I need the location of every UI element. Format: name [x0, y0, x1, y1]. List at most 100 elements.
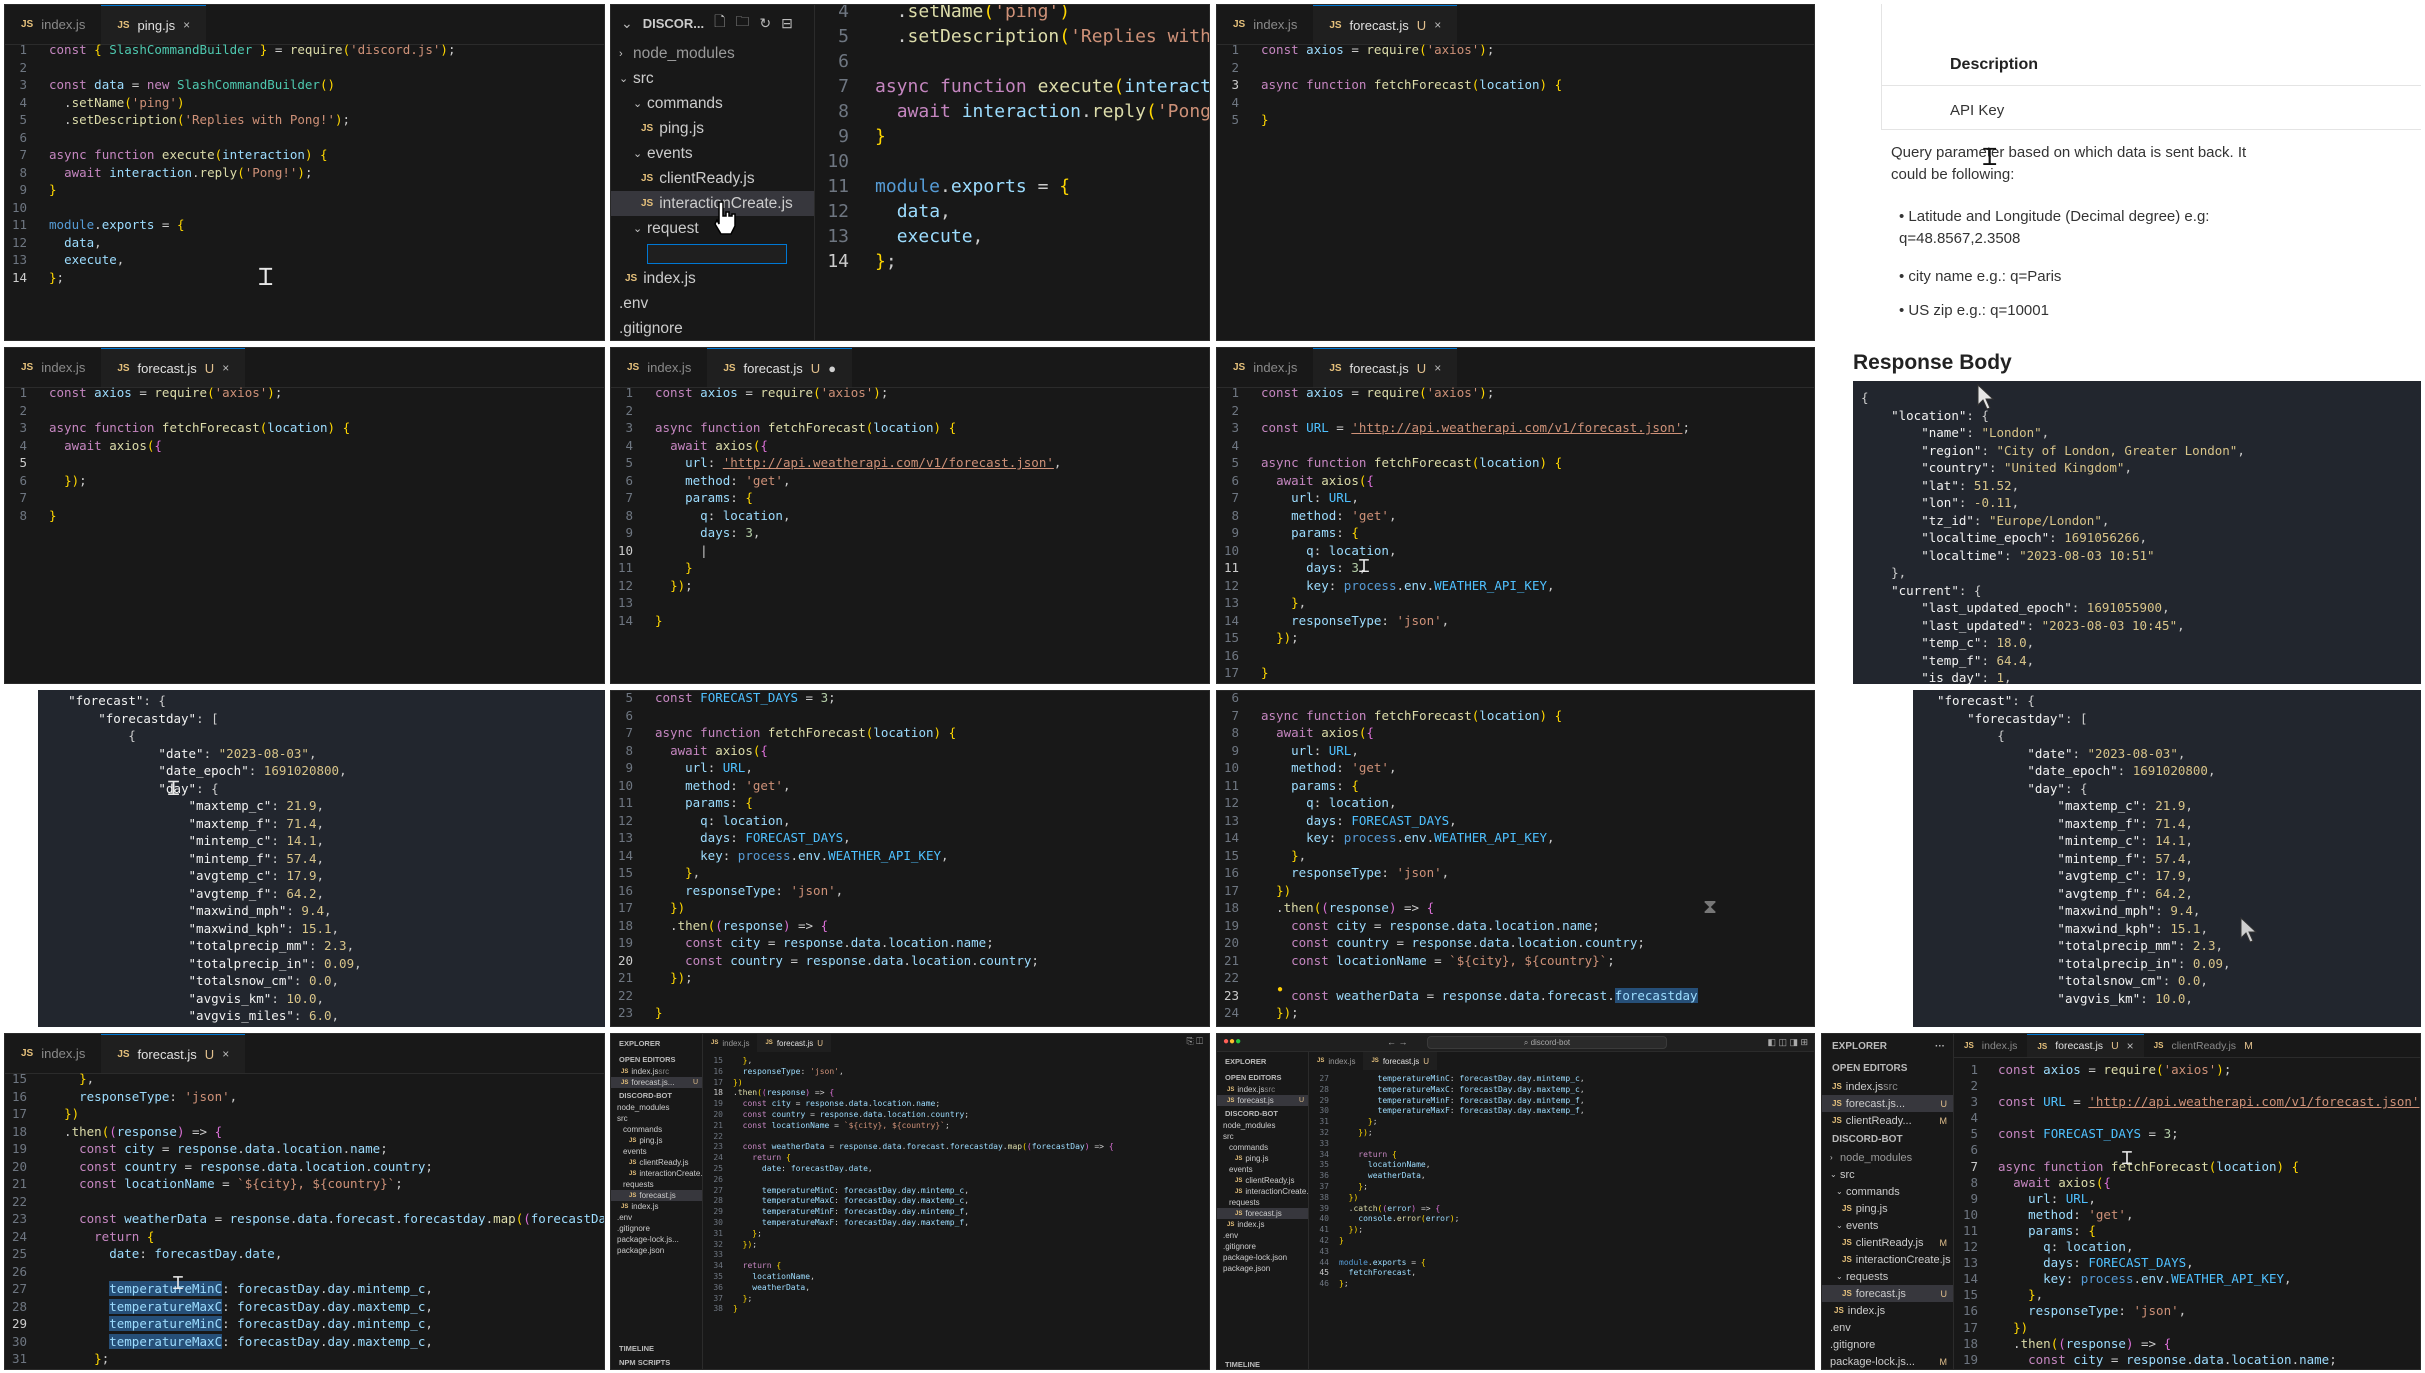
tree-item[interactable]: .env [611, 1212, 702, 1223]
code-editor[interactable]: 6 7 async function fetchForecast(location)… [1217, 691, 1814, 1026]
tree-item[interactable] [611, 241, 814, 266]
tree-item[interactable]: .gitignore [611, 1223, 702, 1234]
tab-forecast-js[interactable]: JS forecast.js U [1363, 1052, 1438, 1070]
tab-forecast-js[interactable]: JS forecast.js U × [101, 1034, 246, 1073]
tree-item[interactable]: JS clientReady.js M [1822, 1234, 1953, 1251]
tree-item[interactable]: JS ping.js [1822, 1200, 1953, 1217]
code-editor[interactable]: 1 const axios = require('axios'); 2 3 const … [1217, 384, 1814, 683]
tree-item[interactable]: JS clientReady.js [611, 1157, 702, 1168]
tree-item[interactable]: events [611, 1146, 702, 1157]
open-editor-item[interactable]: JS forecast.js... U [611, 1077, 702, 1088]
tab-index-js[interactable]: JS index.js [1217, 348, 1313, 387]
tab-index-js[interactable]: JS index.js [1954, 1034, 2027, 1057]
code-editor[interactable]: 1 const axios = require('axios'); 2 3 const … [1954, 1062, 2420, 1369]
code-editor[interactable]: 15 }, 16 responseType: 'json', 17}) 18 .then… [703, 1056, 1209, 1369]
tree-item[interactable]: package-lock.js... M [1822, 1353, 1953, 1369]
tree-item[interactable]: JS interactionCreate.js [611, 1168, 702, 1179]
tree-item[interactable]: ⌄ src [611, 66, 814, 91]
new-file-icon[interactable]: 🗋 [714, 11, 725, 35]
tab-forecast-js[interactable]: JS forecast.js U × [1313, 5, 1458, 44]
tab-index-js[interactable]: JS index.js [5, 1034, 101, 1073]
refresh-icon[interactable]: ↻ [759, 15, 771, 32]
timeline-header[interactable]: TIMELINE [611, 1341, 654, 1355]
tree-item[interactable]: ⌄ src [1822, 1166, 1953, 1183]
tab-index-js[interactable]: JS index.js [703, 1034, 757, 1052]
collapse-icon[interactable]: ⊟ [781, 15, 793, 32]
new-file-name-input[interactable] [647, 243, 787, 264]
code-editor[interactable]: 1 const axios = require('axios'); 2 3 async … [611, 384, 1209, 683]
lightbulb-icon[interactable]: ● [1277, 984, 1283, 995]
tree-item[interactable]: requests [1217, 1197, 1308, 1208]
tab-forecast-js[interactable]: JS forecast.js U × [2027, 1034, 2144, 1057]
timeline-header[interactable]: TIMELINE [1217, 1357, 1260, 1369]
code-editor[interactable]: 4 .setName('ping') 5 .setDescription('Rep… [815, 5, 1209, 340]
tree-item[interactable]: .gitignore [1217, 1241, 1308, 1252]
command-search[interactable]: ⌕ discord-bot [1427, 1036, 1667, 1049]
tree-item[interactable]: package-lock.json [1217, 1252, 1308, 1263]
tab-ping-js[interactable]: JS ping.js × [101, 5, 207, 44]
tree-item[interactable]: ⌄ commands [611, 91, 814, 116]
open-editor-item[interactable]: JS forecast.js U [1217, 1095, 1308, 1106]
more-icon[interactable]: ··· [1935, 1041, 1945, 1052]
tab-index-js[interactable]: JS index.js [5, 5, 101, 44]
tree-item[interactable]: package-lock.js... [611, 1234, 702, 1245]
tree-item[interactable]: JS clientReady.js [611, 166, 814, 191]
tree-item[interactable]: node_modules [1217, 1120, 1308, 1131]
tree-item[interactable]: JS forecast.js [611, 1190, 702, 1201]
tree-item[interactable]: JS ping.js [1217, 1153, 1308, 1164]
tree-item[interactable]: .env [1217, 1230, 1308, 1241]
tab-index-js[interactable]: JS index.js [5, 348, 101, 387]
tree-item[interactable]: .gitignore [1822, 1336, 1953, 1353]
code-editor[interactable]: 1 const { SlashCommandBuilder } = require… [5, 41, 604, 340]
tree-item[interactable]: package.json [611, 1245, 702, 1256]
tab-clientReady-js[interactable]: JS clientReady.js M [2144, 1034, 2263, 1057]
tree-item[interactable]: JS index.js [1822, 1302, 1953, 1319]
tree-item[interactable]: .env [1822, 1319, 1953, 1336]
unsaved-dot-icon[interactable]: ● [828, 361, 836, 376]
tree-item[interactable]: src [611, 1113, 702, 1124]
tree-item[interactable]: JS index.js [611, 1201, 702, 1212]
code-editor[interactable]: 1 const axios = require('axios'); 2 3 async … [5, 384, 604, 683]
tree-item[interactable]: JS forecast.js [1217, 1208, 1308, 1219]
close-icon[interactable]: × [222, 1047, 229, 1061]
npm-scripts-header[interactable]: NPM SCRIPTS [611, 1355, 670, 1369]
open-editor-item[interactable]: JS index.js src [1822, 1078, 1953, 1095]
tab-index-js[interactable]: JS index.js [1309, 1052, 1363, 1070]
tree-item[interactable]: src [1217, 1131, 1308, 1142]
tree-item[interactable]: commands [1217, 1142, 1308, 1153]
tree-item[interactable]: JS forecast.js U [1822, 1285, 1953, 1302]
tree-item[interactable]: JS index.js [611, 266, 814, 291]
tree-item[interactable]: commands [611, 1124, 702, 1135]
tree-item[interactable]: › node_modules [1822, 1149, 1953, 1166]
close-icon[interactable]: × [1434, 361, 1441, 375]
tab-index-js[interactable]: JS index.js [611, 348, 707, 387]
open-editor-item[interactable]: JS index.js src [1217, 1084, 1308, 1095]
tree-item[interactable]: JS ping.js [611, 116, 814, 141]
tree-item[interactable]: .env [611, 291, 814, 316]
tree-item[interactable]: ⌄ requests [1822, 1268, 1953, 1285]
nav-arrows-icon[interactable]: ← → [1387, 1037, 1408, 1047]
close-icon[interactable]: × [1434, 18, 1441, 32]
tree-item[interactable]: JS index.js [1217, 1219, 1308, 1230]
tree-item[interactable]: ⌄ events [1822, 1217, 1953, 1234]
close-icon[interactable]: × [183, 18, 190, 32]
tree-item[interactable]: ⌄ commands [1822, 1183, 1953, 1200]
tab-forecast-js[interactable]: JS forecast.js U ● [707, 348, 853, 387]
layout-icons[interactable]: ◧ ◫ ◨ ⊞ [1767, 1037, 1808, 1048]
tab-forecast-js[interactable]: JS forecast.js U [757, 1034, 832, 1052]
tree-item[interactable]: › node_modules [611, 41, 814, 66]
close-icon[interactable]: × [222, 361, 229, 375]
open-editor-item[interactable]: JS index.js src [611, 1066, 702, 1077]
new-folder-icon[interactable]: 🗀 [735, 11, 749, 35]
tree-item[interactable]: node_modules [611, 1102, 702, 1113]
tree-item[interactable]: requests [611, 1179, 702, 1190]
tree-item[interactable]: JS ping.js [611, 1135, 702, 1146]
tab-forecast-js[interactable]: JS forecast.js U × [101, 348, 246, 387]
tab-index-js[interactable]: JS index.js [1217, 5, 1313, 44]
open-editor-item[interactable]: JS clientReady... M [1822, 1112, 1953, 1129]
code-editor[interactable]: 1 const axios = require('axios'); 2 3 async … [1217, 41, 1814, 340]
tree-item[interactable]: ⌄ events [611, 141, 814, 166]
tab-forecast-js[interactable]: JS forecast.js U × [1313, 348, 1458, 387]
code-editor[interactable]: 27 temperatureMinC: forecastDay.day.mint… [1309, 1074, 1814, 1369]
open-editor-item[interactable]: JS forecast.js... U [1822, 1095, 1953, 1112]
